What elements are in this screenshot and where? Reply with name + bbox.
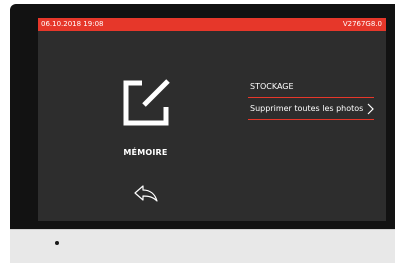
intercom-device: 06.10.2018 19:08 V2767G8.0 MÉMOIRE STOCK… — [10, 4, 395, 263]
status-bar: 06.10.2018 19:08 V2767G8.0 — [38, 18, 386, 31]
menu-item-label: STOCKAGE — [250, 82, 294, 91]
menu-item-storage: STOCKAGE — [248, 76, 374, 98]
menu-item-delete-all-photos[interactable]: Supprimer toutes les photos — [248, 98, 374, 120]
memory-label: MÉMOIRE — [123, 148, 168, 157]
screen: 06.10.2018 19:08 V2767G8.0 MÉMOIRE STOCK… — [38, 18, 386, 221]
indicator-dot — [55, 241, 59, 245]
chevron-right-icon — [367, 103, 374, 115]
menu-item-label: Supprimer toutes les photos — [250, 104, 364, 113]
memory-menu: STOCKAGE Supprimer toutes les photos — [248, 76, 374, 120]
firmware-version: V2767G8.0 — [342, 20, 382, 28]
back-arrow-icon[interactable] — [133, 184, 159, 202]
edit-square-icon[interactable] — [114, 71, 178, 135]
date-time: 06.10.2018 19:08 — [41, 20, 104, 28]
device-bezel: 06.10.2018 19:08 V2767G8.0 MÉMOIRE STOCK… — [10, 4, 395, 229]
